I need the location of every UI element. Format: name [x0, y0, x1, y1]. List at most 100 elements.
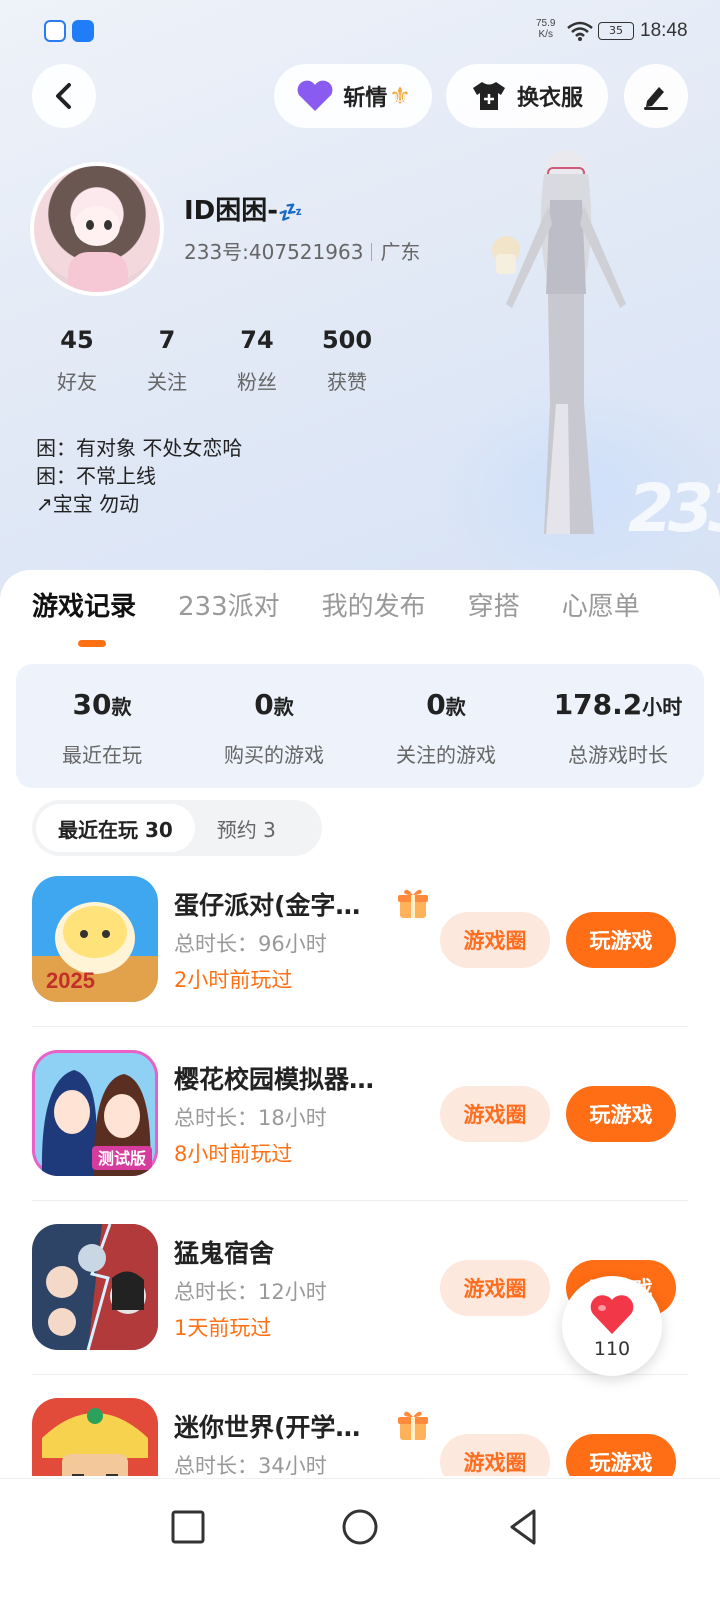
username-text: ID困困-: [184, 196, 279, 226]
divider: [32, 1374, 688, 1375]
segment-recent[interactable]: 最近在玩 30: [36, 804, 195, 852]
avatar-face: [74, 206, 120, 246]
net-speed: 75.9 K/s: [536, 18, 556, 40]
tshirt-icon: [472, 82, 505, 110]
play-game-button[interactable]: 玩游戏: [566, 912, 676, 968]
purple-heart-icon: [297, 80, 333, 111]
gift-icon[interactable]: [396, 886, 430, 920]
summary-value: 0: [254, 688, 274, 721]
game-duration: 总时长：18小时: [174, 1106, 327, 1130]
square-icon[interactable]: [164, 1503, 212, 1551]
bio: 困：有对象 不处女恋哈 困：不常上线 ↗宝宝 勿动: [36, 434, 242, 518]
game-circle-button[interactable]: 游戏圈: [440, 1086, 550, 1142]
active-tab-indicator: [78, 640, 106, 647]
stat-label: 好友: [57, 370, 97, 394]
game-icon-mini-world: [32, 1398, 158, 1476]
avatar-eye: [86, 220, 94, 230]
game-list: 2025 蛋仔派对(金字… 总时长：96小时 2小时前玩过 游戏圈 玩游戏 测试…: [32, 876, 688, 1476]
stat-label: 粉丝: [237, 370, 277, 394]
summary-purchased[interactable]: 0款 购买的游戏: [188, 664, 360, 788]
brand-233-logo: 233: [628, 470, 720, 547]
profile-stats: 45 好友 7 关注 74 粉丝 500 获赞: [32, 326, 392, 395]
summary-unit: 小时: [642, 695, 683, 719]
game-title: 樱花校园模拟器测…: [174, 1065, 384, 1094]
uid-line: 233号:407521963 广东: [184, 236, 420, 265]
avatar[interactable]: [30, 162, 164, 296]
like-count: 110: [593, 1338, 631, 1360]
summary-unit: 款: [445, 695, 466, 719]
stat-label: 关注: [147, 370, 187, 394]
summary-value: 178.2: [553, 688, 643, 721]
like-float-button[interactable]: 110: [562, 1276, 662, 1376]
battery-indicator: 35: [598, 22, 634, 40]
segment-reserved[interactable]: 预约 3: [195, 804, 298, 852]
chevron-left-icon: [56, 83, 71, 109]
summary-recent[interactable]: 30款 最近在玩: [16, 664, 188, 788]
game-item[interactable]: 测试版 樱花校园模拟器测… 总时长：18小时 8小时前玩过 游戏圈 玩游戏: [32, 1050, 688, 1226]
sleep-emoji-icon: 💤: [278, 200, 303, 224]
3d-avatar-character[interactable]: [486, 144, 636, 544]
summary-value: 30: [72, 688, 112, 721]
divider: [32, 1200, 688, 1201]
summary-followed[interactable]: 0款 关注的游戏: [360, 664, 532, 788]
game-duration: 总时长：96小时: [174, 932, 327, 956]
stat-label: 获赞: [327, 370, 367, 394]
stat-value: 500: [321, 326, 373, 354]
game-circle-button[interactable]: 游戏圈: [440, 1434, 550, 1476]
edit-profile-button[interactable]: [624, 64, 688, 128]
game-circle-button[interactable]: 游戏圈: [440, 1260, 550, 1316]
stat-value: 7: [158, 326, 176, 354]
summary-unit: 款: [111, 695, 132, 719]
heart-icon: [590, 1295, 634, 1334]
status-time: 18:48: [640, 20, 688, 41]
game-item[interactable]: 迷你世界(开学… 总时长：34小时 游戏圈 玩游戏: [32, 1398, 688, 1476]
game-icon-haunted-dorm: [32, 1224, 158, 1350]
circle-icon[interactable]: [336, 1503, 384, 1551]
summary-total-time[interactable]: 178.2小时总游戏时长: [532, 664, 704, 788]
game-last-played: 8小时前玩过: [174, 1142, 293, 1166]
change-outfit-button[interactable]: 换衣服: [446, 64, 608, 128]
stat-friends[interactable]: 45 好友: [32, 326, 122, 395]
play-game-button[interactable]: 玩游戏: [566, 1086, 676, 1142]
game-duration: 总时长：34小时: [174, 1454, 327, 1476]
bio-line: 困：不常上线: [36, 464, 156, 488]
game-item[interactable]: 2025 蛋仔派对(金字… 总时长：96小时 2小时前玩过 游戏圈 玩游戏: [32, 876, 688, 1052]
stat-likes[interactable]: 500 获赞: [302, 326, 392, 395]
tab-game-record[interactable]: 游戏记录: [32, 586, 136, 646]
game-circle-button[interactable]: 游戏圈: [440, 912, 550, 968]
bio-line: ↗宝宝 勿动: [36, 492, 140, 516]
pen-icon: [644, 87, 668, 110]
game-icon-eggy-party: 2025: [32, 876, 158, 1002]
summary-label: 总游戏时长: [568, 743, 668, 767]
tab-outfits[interactable]: 穿搭: [468, 586, 520, 646]
avatar-body: [68, 252, 128, 292]
stat-value: 45: [60, 326, 94, 354]
game-last-played: 2小时前玩过: [174, 968, 293, 992]
notification-app-icon: [44, 20, 66, 42]
play-game-button[interactable]: 玩游戏: [566, 1434, 676, 1476]
user-id: 233号:407521963: [184, 240, 364, 264]
profile-header: 75.9 K/s 35 18:48 斩情 ⚜ 换衣服 ID困困-💤 233号:4…: [0, 0, 720, 600]
zhanqing-button[interactable]: 斩情 ⚜: [274, 64, 432, 128]
triangle-back-icon[interactable]: [500, 1503, 548, 1551]
tab-my-posts[interactable]: 我的发布: [322, 586, 426, 646]
game-icon-sakura-school: 测试版: [32, 1050, 158, 1176]
game-title: 迷你世界(开学…: [174, 1413, 361, 1442]
summary-label: 购买的游戏: [224, 743, 324, 767]
game-title: 猛鬼宿舍: [174, 1239, 275, 1268]
game-last-played: 1天前玩过: [174, 1316, 272, 1340]
stat-following[interactable]: 7 关注: [122, 326, 212, 395]
change-outfit-label: 换衣服: [516, 86, 583, 111]
separator: [371, 243, 373, 261]
profile-tabs: 游戏记录 233派对 我的发布 穿搭 心愿单: [32, 586, 682, 646]
tab-233-party[interactable]: 233派对: [178, 586, 280, 646]
gift-icon[interactable]: [396, 1408, 430, 1442]
stat-fans[interactable]: 74 粉丝: [212, 326, 302, 395]
back-button[interactable]: [32, 64, 96, 128]
tab-wishlist[interactable]: 心愿单: [562, 586, 640, 646]
divider: [32, 1026, 688, 1027]
content-panel: 游戏记录 233派对 我的发布 穿搭 心愿单 30款 最近在玩 0款 购买的游戏 0…: [0, 570, 720, 1600]
user-region: 广东: [380, 240, 421, 264]
wifi-icon: [567, 21, 593, 41]
zhanqing-label: 斩情: [343, 86, 388, 111]
